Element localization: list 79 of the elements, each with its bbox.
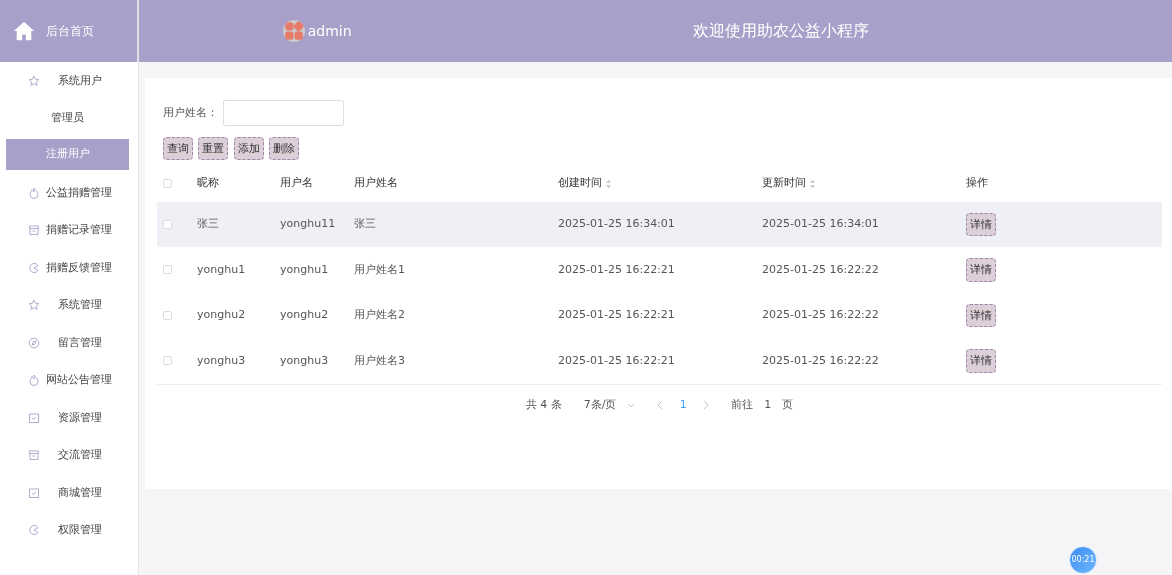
calendar-icon [28,486,40,499]
sidebar-item[interactable]: 捐赠反馈管理 [46,259,112,276]
details-button[interactable]: 详情 [966,349,996,373]
sidebar-item[interactable]: 资源管理 [58,409,102,426]
flame-icon [28,374,40,387]
page-suffix: 页 [782,396,794,413]
row-checkbox[interactable] [163,265,172,275]
page-input[interactable]: 1 [764,396,772,414]
table-cell: yonghu1 [280,262,329,276]
table-cell: yonghu3 [197,353,246,367]
calendar-icon [28,411,40,424]
table-cell: 2025-01-25 16:34:01 [558,217,675,231]
sidebar-item[interactable]: 捐赠记录管理 [46,222,112,239]
table-cell: 用户姓名1 [354,262,405,276]
column-header: 用户名 [280,175,313,192]
column-header[interactable]: 更新时间 [762,175,806,192]
table-cell: 张三 [354,217,376,231]
total-count: 共 4 条 [525,396,562,413]
sidebar-item[interactable]: 系统用户 [58,72,102,89]
goto-label: 前往 [731,396,754,413]
box-icon [28,449,40,462]
sidebar-subitem[interactable]: 管理员 [6,99,129,137]
toolbar-button[interactable]: 重置 [198,137,228,161]
flame-icon [28,186,40,199]
column-header: 操作 [966,175,988,192]
field-label: 用户姓名： [162,104,218,121]
column-header: 昵称 [197,175,219,192]
toolbar-button[interactable]: 删除 [269,137,299,161]
page-title: 欢迎使用助农公益小程序 [693,20,869,42]
table-cell: yonghu1 [197,262,246,276]
column-header[interactable]: 创建时间 [558,175,602,192]
sidebar-item[interactable]: 交流管理 [58,447,102,464]
star-icon [28,299,40,312]
sidebar-item[interactable]: 系统管理 [58,297,102,314]
star-icon [28,74,40,87]
details-button[interactable]: 详情 [966,258,996,282]
next-icon [703,399,710,410]
table-cell: 2025-01-25 16:22:21 [558,262,675,276]
table-cell: 2025-01-25 16:22:22 [762,308,879,322]
pie-icon [28,524,40,537]
table-cell: 用户姓名2 [354,308,405,322]
table-cell: 2025-01-25 16:22:22 [762,262,879,276]
table-cell: 2025-01-25 16:22:22 [762,353,879,367]
sort-icon [808,178,816,189]
input-field[interactable] [223,100,344,126]
table-cell: 2025-01-25 16:34:01 [762,217,879,231]
details-button[interactable]: 详情 [966,212,996,237]
compass-icon [28,336,40,349]
sidebar-item[interactable]: 权限管理 [58,522,102,539]
table-cell: 2025-01-25 16:22:21 [558,353,675,367]
pie-icon [28,261,40,274]
details-button[interactable]: 详情 [966,303,996,328]
row-checkbox[interactable] [163,310,172,320]
sidebar-item[interactable]: 留言管理 [58,334,102,351]
sidebar-item[interactable]: 公益捐赠管理 [46,184,112,201]
avatar-icon [283,20,305,42]
page-size-select[interactable]: 7条/页 [583,396,617,414]
row-checkbox[interactable] [163,356,172,366]
select-all-checkbox[interactable] [163,179,172,189]
toolbar-button[interactable]: 添加 [233,137,264,161]
table-cell: 用户姓名3 [354,353,405,367]
username: admin [307,21,352,41]
home-icon [12,20,36,42]
recording-timer: 00:21 [1069,546,1097,574]
table-cell: yonghu2 [197,308,246,322]
box-icon [28,224,40,237]
table-cell: yonghu11 [280,217,336,231]
chevron-down-icon [627,401,636,408]
row-checkbox[interactable] [163,219,172,229]
column-header: 用户姓名 [354,175,398,192]
sidebar-item[interactable]: 网站公告管理 [46,372,112,389]
sidebar-item[interactable]: 商城管理 [58,484,102,501]
table-cell: 2025-01-25 16:22:21 [558,308,675,322]
table-cell: yonghu2 [280,308,329,322]
toolbar-button[interactable]: 查询 [162,137,193,161]
table-cell: yonghu3 [280,353,329,367]
table-cell: 张三 [197,217,219,231]
prev-icon [657,399,664,410]
sort-icon [604,178,612,189]
